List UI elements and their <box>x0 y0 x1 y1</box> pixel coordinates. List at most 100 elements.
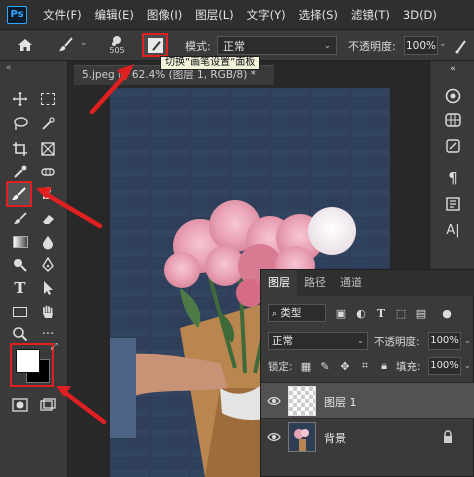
gradient-tool[interactable] <box>9 231 31 253</box>
brush-icon <box>12 187 26 200</box>
layer-blend-row: 正常 ⌄ 不透明度: 100% ⌄ <box>261 331 474 351</box>
menu-type[interactable]: 文字(Y) <box>247 7 286 23</box>
lock-artboard-icon[interactable]: ⌗ <box>357 358 373 374</box>
filter-smart-object-icon[interactable]: ▤ <box>413 305 429 321</box>
layer-row[interactable]: 背景 <box>261 418 474 454</box>
brush-tip-preview[interactable]: 505 <box>104 32 130 58</box>
swap-colors-icon[interactable]: ⤢ <box>48 341 60 353</box>
menu-image[interactable]: 图像(I) <box>147 7 182 23</box>
chevron-down-icon[interactable]: ⌄ <box>80 38 88 48</box>
libraries-panel-button[interactable] <box>442 135 464 157</box>
opacity-input[interactable]: 100% <box>404 36 438 55</box>
layer-name[interactable]: 背景 <box>324 430 346 446</box>
collapse-toolbar-icon[interactable]: « <box>6 63 12 73</box>
menu-3d[interactable]: 3D(D) <box>403 8 437 22</box>
brush-settings-icon <box>147 37 163 53</box>
move-tool[interactable] <box>9 88 31 110</box>
ellipsis-icon: ··· <box>41 326 55 342</box>
color-wheel-icon <box>445 88 461 104</box>
search-icon: ⌕ <box>272 309 278 319</box>
rectangle-tool[interactable] <box>9 301 31 323</box>
hand-icon <box>43 305 53 318</box>
filter-pixel-icon[interactable]: ▣ <box>333 305 349 321</box>
brush-tool[interactable] <box>8 183 30 205</box>
adjustments-panel-button[interactable] <box>442 193 464 215</box>
menu-bar: Ps 文件(F) 编辑(E) 图像(I) 图层(L) 文字(Y) 选择(S) 滤… <box>0 0 474 30</box>
expand-panels-icon[interactable]: « <box>442 63 464 75</box>
layer-blend-mode-select[interactable]: 正常 <box>268 332 368 350</box>
lock-transparent-pixels-icon[interactable]: ▦ <box>298 358 314 374</box>
screen-mode-button[interactable] <box>37 394 59 416</box>
brush-preset-picker[interactable] <box>53 35 79 55</box>
path-selection-tool[interactable] <box>37 277 59 299</box>
blur-tool[interactable] <box>37 231 59 253</box>
chevron-down-icon[interactable]: ⌄ <box>464 361 471 370</box>
crop-icon <box>13 142 27 156</box>
eyedropper-tool[interactable] <box>9 161 31 183</box>
zoom-icon <box>13 327 28 342</box>
patch-tool[interactable] <box>37 161 59 183</box>
filter-type-icon[interactable]: T <box>373 305 389 321</box>
lock-position-icon[interactable]: ✥ <box>337 358 353 374</box>
lasso-tool[interactable] <box>9 113 31 135</box>
filter-adjustment-icon[interactable]: ◐ <box>353 305 369 321</box>
lock-image-pixels-icon[interactable]: ✎ <box>317 358 333 374</box>
toggle-brush-settings-button[interactable] <box>142 33 168 57</box>
menu-filter[interactable]: 滤镜(T) <box>351 7 390 23</box>
chevron-down-icon: ⌄ <box>323 40 331 51</box>
lock-all-icon[interactable]: 🔒︎ <box>376 358 392 374</box>
filter-toggle-icon[interactable]: ● <box>439 305 455 321</box>
tab-paths[interactable]: 路径 <box>297 270 333 296</box>
filter-shape-icon[interactable]: ⬚ <box>393 305 409 321</box>
photoshop-logo: Ps <box>7 5 27 24</box>
visibility-eye-icon[interactable] <box>267 394 281 408</box>
quick-selection-tool[interactable] <box>37 113 59 135</box>
menu-edit[interactable]: 编辑(E) <box>95 7 134 23</box>
paragraph-panel-button[interactable]: ¶ <box>442 167 464 189</box>
tab-channels[interactable]: 通道 <box>333 270 369 296</box>
layer-opacity-input[interactable]: 100% <box>428 332 461 350</box>
tab-layers[interactable]: 图层 <box>261 270 297 296</box>
eraser-tool[interactable] <box>37 208 59 230</box>
menu-file[interactable]: 文件(F) <box>43 7 82 23</box>
pen-tool[interactable] <box>37 254 59 276</box>
chevron-down-icon: ⌄ <box>357 336 364 345</box>
mode-select-value: 正常 <box>223 39 245 53</box>
layer-thumbnail <box>288 422 316 452</box>
layer-opacity-label: 不透明度: <box>374 336 420 348</box>
menu-select[interactable]: 选择(S) <box>299 7 338 23</box>
marquee-tool[interactable] <box>37 88 59 110</box>
home-button[interactable] <box>14 35 36 55</box>
chevron-down-icon[interactable]: ⌄ <box>439 39 447 49</box>
crop-tool[interactable] <box>9 138 31 160</box>
bandage-icon <box>41 168 55 176</box>
quick-mask-button[interactable] <box>9 394 31 416</box>
clone-stamp-tool[interactable] <box>37 183 59 205</box>
layer-filter-select[interactable]: ⌕ 类型 <box>268 304 326 322</box>
hand-tool[interactable] <box>37 301 59 323</box>
type-tool[interactable]: T <box>9 277 31 299</box>
mode-select[interactable]: 正常 ⌄ <box>217 36 337 55</box>
adjustments-icon <box>446 197 460 211</box>
swatches-panel-button[interactable] <box>442 109 464 131</box>
layer-filter-value: 类型 <box>280 307 302 319</box>
foreground-color-swatch[interactable] <box>16 349 40 373</box>
arrow-pointer-icon <box>44 281 53 295</box>
visibility-eye-icon[interactable] <box>267 430 281 444</box>
chevron-down-icon[interactable]: ⌄ <box>464 336 471 345</box>
dodge-tool[interactable] <box>9 254 31 276</box>
mode-label: 模式: <box>185 40 211 53</box>
history-brush-tool[interactable] <box>9 208 31 230</box>
character-panel-button[interactable]: A| <box>442 219 464 241</box>
pressure-opacity-button[interactable] <box>452 36 470 55</box>
character-icon: A| <box>446 222 460 238</box>
fill-input[interactable]: 100% <box>428 357 461 375</box>
frame-tool[interactable] <box>37 138 59 160</box>
menu-layer[interactable]: 图层(L) <box>195 7 233 23</box>
layer-name[interactable]: 图层 1 <box>324 394 357 410</box>
zoom-tool[interactable] <box>9 323 31 345</box>
layer-row[interactable]: 图层 1 <box>261 382 474 418</box>
layers-panel-tabs: 图层 路径 通道 <box>261 270 474 296</box>
color-panel-button[interactable] <box>442 85 464 107</box>
lock-label: 锁定: <box>268 361 293 373</box>
